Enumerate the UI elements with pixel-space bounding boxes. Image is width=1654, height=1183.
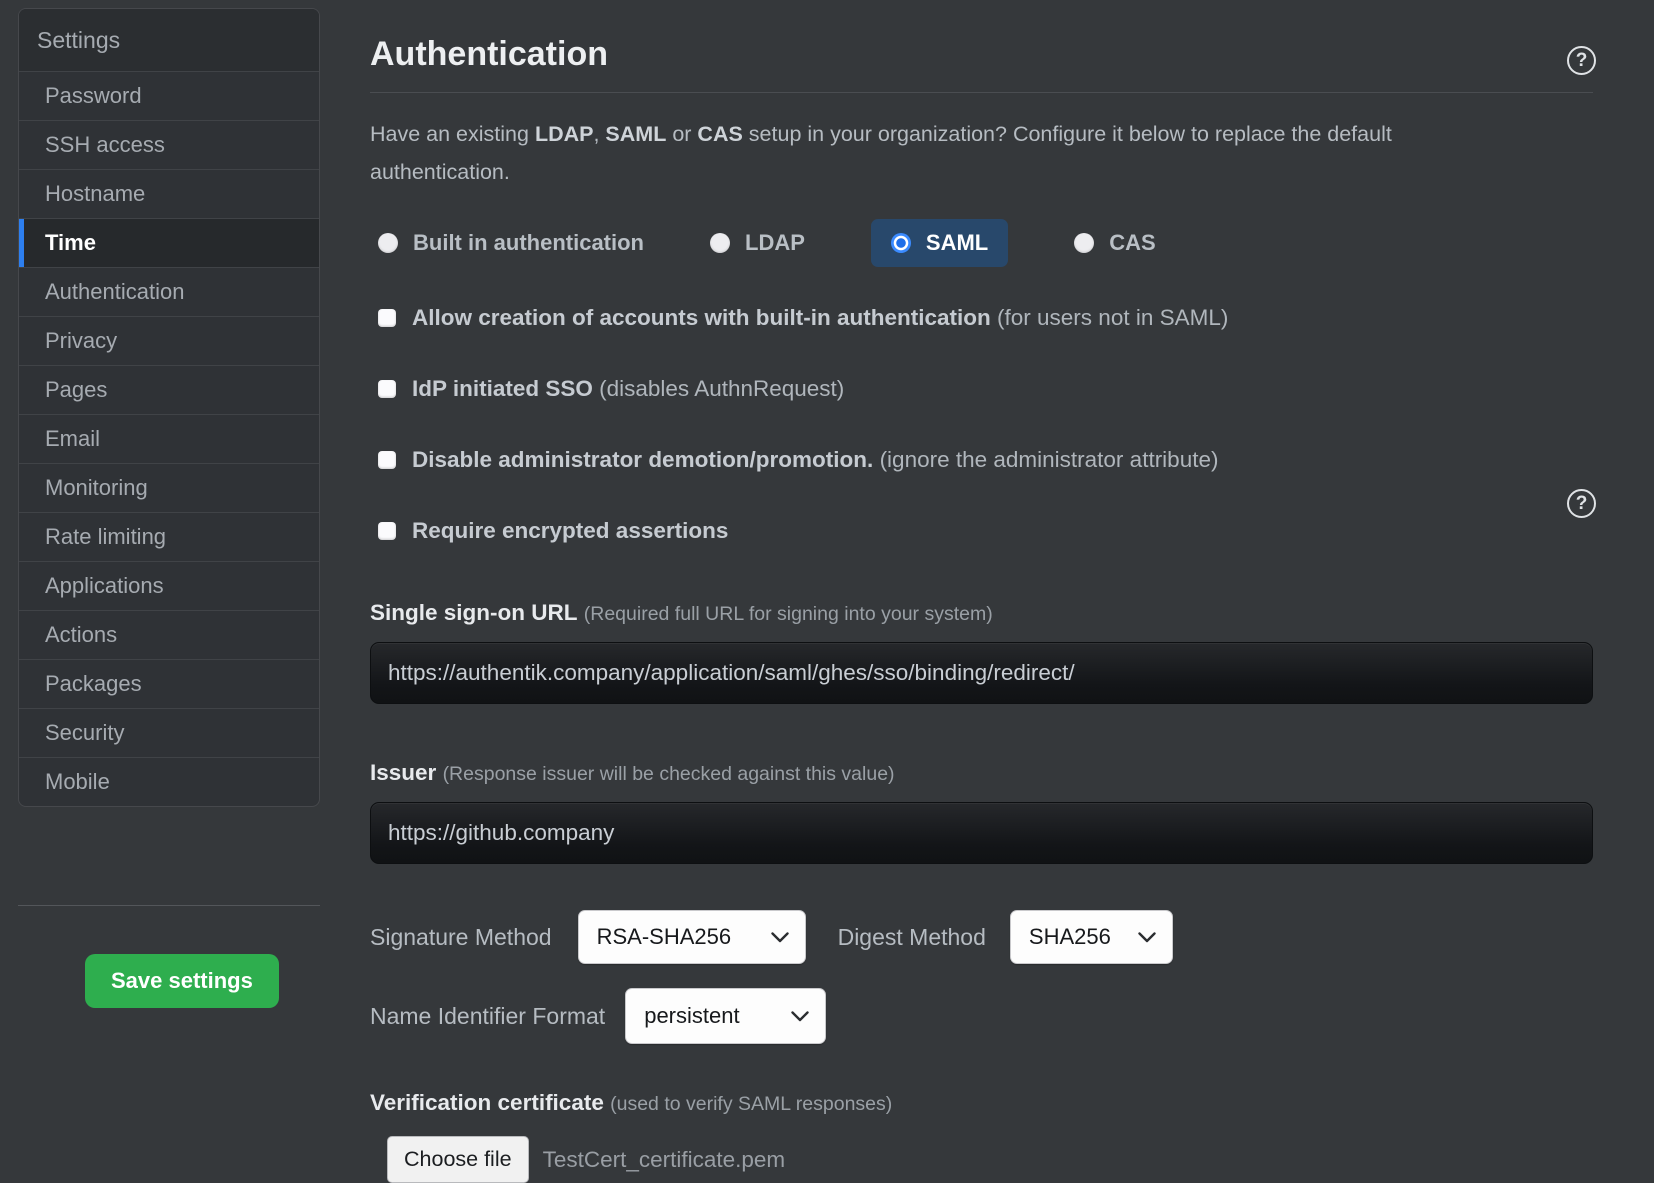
radio-built-in-authentication[interactable]: Built in authentication (378, 230, 644, 256)
sidebar-item-password[interactable]: Password (19, 71, 319, 120)
name-identifier-select[interactable]: persistent (625, 988, 826, 1044)
help-icon[interactable]: ? (1567, 46, 1596, 75)
sidebar-item-packages[interactable]: Packages (19, 659, 319, 708)
radio-label: Built in authentication (413, 230, 644, 256)
choose-file-button[interactable]: Choose file (387, 1136, 529, 1183)
checkbox-label-note: (ignore the administrator attribute) (880, 447, 1219, 472)
sso-url-note: (Required full URL for signing into your… (584, 603, 993, 625)
checkbox-label: IdP initiated SSO (disables AuthnRequest… (412, 376, 844, 402)
chevron-down-icon (1138, 932, 1156, 943)
checkbox-label-bold: Require encrypted assertions (412, 518, 728, 543)
radio-saml[interactable]: SAML (871, 219, 1008, 267)
sidebar-item-authentication[interactable]: Authentication (19, 267, 319, 316)
verification-certificate-section: Verification certificate (used to verify… (370, 1090, 1593, 1183)
radio-label: LDAP (745, 230, 805, 256)
sso-url-label: Single sign-on URL (Required full URL fo… (370, 600, 1593, 626)
intro-cas: CAS (697, 122, 742, 146)
auth-method-radio-group: Built in authentication LDAP SAML CAS (378, 219, 1593, 267)
intro-pre: Have an existing (370, 122, 535, 146)
checkbox-icon[interactable] (378, 380, 396, 398)
verification-certificate-label: Verification certificate (used to verify… (370, 1090, 1593, 1116)
issuer-section: Issuer (Response issuer will be checked … (370, 760, 1593, 864)
digest-method-value: SHA256 (1029, 924, 1111, 950)
intro-text: Have an existing LDAP, SAML or CAS setup… (370, 115, 1530, 191)
sidebar-item-email[interactable]: Email (19, 414, 319, 463)
name-identifier-label: Name Identifier Format (370, 1003, 605, 1030)
radio-circle-icon[interactable] (378, 233, 398, 253)
checkbox-allow-builtin-accounts[interactable]: Allow creation of accounts with built-in… (378, 305, 1593, 331)
sidebar-item-mobile[interactable]: Mobile (19, 757, 319, 806)
checkbox-label: Require encrypted assertions (412, 518, 728, 544)
name-identifier-row: Name Identifier Format persistent (370, 988, 1593, 1044)
sso-url-input[interactable] (370, 642, 1593, 704)
sidebar-title: Settings (19, 9, 319, 71)
intro-sep1: , (593, 122, 605, 146)
signature-method-value: RSA-SHA256 (597, 924, 732, 950)
sidebar-item-rate-limiting[interactable]: Rate limiting (19, 512, 319, 561)
save-settings-button[interactable]: Save settings (85, 954, 279, 1008)
settings-sidebar: Settings Password SSH access Hostname Ti… (18, 8, 320, 807)
sso-url-label-bold: Single sign-on URL (370, 600, 578, 625)
radio-selected-icon[interactable] (891, 233, 911, 253)
sidebar-footer-divider (18, 905, 320, 906)
checkbox-idp-initiated-sso[interactable]: IdP initiated SSO (disables AuthnRequest… (378, 376, 1593, 402)
file-upload-row: Choose file TestCert_certificate.pem (387, 1136, 1593, 1183)
sidebar-item-privacy[interactable]: Privacy (19, 316, 319, 365)
sidebar-item-ssh-access[interactable]: SSH access (19, 120, 319, 169)
methods-row: Signature Method RSA-SHA256 Digest Metho… (370, 910, 1593, 964)
name-identifier-value: persistent (644, 1003, 739, 1029)
sidebar-item-actions[interactable]: Actions (19, 610, 319, 659)
chevron-down-icon (791, 1011, 809, 1022)
verification-certificate-label-bold: Verification certificate (370, 1090, 604, 1115)
sso-url-section: Single sign-on URL (Required full URL fo… (370, 600, 1593, 704)
issuer-note: (Response issuer will be checked against… (443, 763, 895, 785)
authentication-settings-panel: Authentication ? ? Have an existing LDAP… (370, 0, 1593, 1183)
digest-method-label: Digest Method (838, 924, 986, 951)
checkbox-disable-admin-demotion[interactable]: Disable administrator demotion/promotion… (378, 447, 1593, 473)
issuer-label: Issuer (Response issuer will be checked … (370, 760, 1593, 786)
intro-saml: SAML (605, 122, 666, 146)
digest-method-select[interactable]: SHA256 (1010, 910, 1173, 964)
issuer-input[interactable] (370, 802, 1593, 864)
sidebar-item-monitoring[interactable]: Monitoring (19, 463, 319, 512)
verification-certificate-note: (used to verify SAML responses) (610, 1093, 892, 1115)
checkbox-icon[interactable] (378, 451, 396, 469)
radio-circle-icon[interactable] (1074, 233, 1094, 253)
checkbox-label-note: (disables AuthnRequest) (599, 376, 844, 401)
checkbox-label-note: (for users not in SAML) (997, 305, 1228, 330)
sidebar-item-time[interactable]: Time (19, 218, 319, 267)
issuer-label-bold: Issuer (370, 760, 436, 785)
checkbox-require-encrypted-assertions[interactable]: Require encrypted assertions (378, 518, 1593, 544)
sidebar-item-pages[interactable]: Pages (19, 365, 319, 414)
checkbox-label-bold: IdP initiated SSO (412, 376, 593, 401)
intro-sep2: or (666, 122, 697, 146)
radio-ldap[interactable]: LDAP (710, 230, 805, 256)
radio-circle-icon[interactable] (710, 233, 730, 253)
checkbox-label-bold: Allow creation of accounts with built-in… (412, 305, 991, 330)
saml-options-list: Allow creation of accounts with built-in… (378, 305, 1593, 544)
checkbox-icon[interactable] (378, 309, 396, 327)
help-icon-assertions[interactable]: ? (1567, 489, 1596, 518)
page-header: Authentication ? (370, 34, 1593, 93)
checkbox-icon[interactable] (378, 522, 396, 540)
sidebar-item-hostname[interactable]: Hostname (19, 169, 319, 218)
selected-file-name: TestCert_certificate.pem (543, 1147, 786, 1173)
signature-method-label: Signature Method (370, 924, 552, 951)
sidebar-item-applications[interactable]: Applications (19, 561, 319, 610)
intro-ldap: LDAP (535, 122, 594, 146)
radio-label: SAML (926, 230, 988, 256)
sidebar-item-security[interactable]: Security (19, 708, 319, 757)
chevron-down-icon (771, 932, 789, 943)
radio-label: CAS (1109, 230, 1155, 256)
checkbox-label-bold: Disable administrator demotion/promotion… (412, 447, 873, 472)
signature-method-select[interactable]: RSA-SHA256 (578, 910, 806, 964)
page-title: Authentication (370, 34, 1593, 74)
radio-cas[interactable]: CAS (1074, 230, 1155, 256)
checkbox-label: Allow creation of accounts with built-in… (412, 305, 1228, 331)
checkbox-label: Disable administrator demotion/promotion… (412, 447, 1218, 473)
